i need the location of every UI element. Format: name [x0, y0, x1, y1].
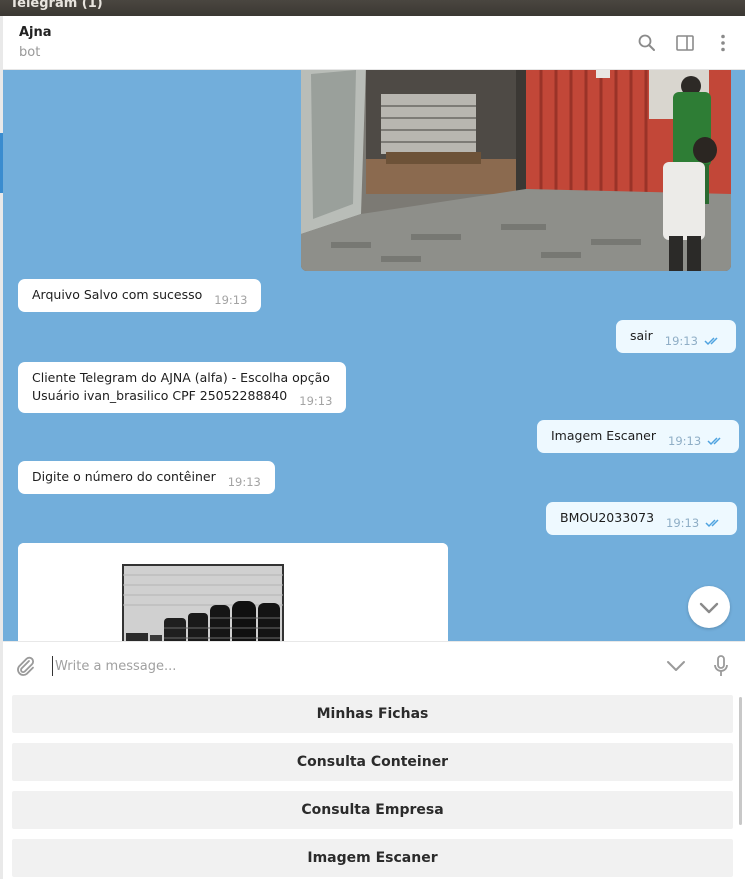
message-time: 19:13: [664, 334, 698, 348]
chat-header: Ajna bot: [3, 16, 745, 70]
keyboard-button-consulta-empresa[interactable]: Consulta Empresa: [12, 791, 733, 829]
message-input[interactable]: [52, 656, 612, 676]
message-text: Arquivo Salvo com sucesso: [32, 287, 203, 302]
keyboard-button-minhas-fichas[interactable]: Minhas Fichas: [12, 695, 733, 733]
message-text: sair: [630, 328, 653, 343]
bot-keyboard: Minhas Fichas Consulta Conteiner Consult…: [3, 689, 745, 879]
keyboard-scrollbar[interactable]: [739, 697, 742, 825]
message-text-line: Cliente Telegram do AJNA (alfa) - Escolh…: [32, 370, 330, 385]
chevron-down-icon[interactable]: [665, 656, 687, 680]
paperclip-icon[interactable]: [13, 654, 37, 682]
container-photo[interactable]: [301, 70, 731, 271]
message-text: Digite o número do contêiner: [32, 469, 216, 484]
keyboard-button-consulta-conteiner[interactable]: Consulta Conteiner: [12, 743, 733, 781]
message-outgoing[interactable]: sair 19:13: [616, 320, 736, 353]
message-time: 19:13: [227, 475, 261, 489]
keyboard-button-imagem-escaner[interactable]: Imagem Escaner: [12, 839, 733, 877]
double-check-icon: [707, 433, 725, 451]
message-incoming[interactable]: Arquivo Salvo com sucesso 19:13: [18, 279, 262, 312]
scroll-to-bottom-button[interactable]: [688, 586, 730, 628]
chevron-down-icon: [699, 602, 719, 614]
message-incoming[interactable]: Digite o número do contêiner 19:13: [18, 461, 275, 494]
message-time: 19:13: [666, 516, 700, 530]
message-text-line: Usuário ivan_brasilico CPF 25052288840: [32, 388, 288, 403]
message-list[interactable]: Arquivo Salvo com sucesso 19:13 sair 19:13…: [3, 70, 745, 641]
message-outgoing[interactable]: Imagem Escaner 19:13: [537, 420, 740, 453]
microphone-icon[interactable]: [711, 654, 731, 682]
message-text: BMOU2033073: [560, 510, 655, 525]
chat-title[interactable]: Ajna: [19, 25, 52, 40]
sidebar-toggle-icon[interactable]: [675, 33, 695, 53]
scanner-image[interactable]: [18, 543, 448, 641]
os-title-bar: Telegram (1): [0, 0, 745, 16]
chat-status: bot: [19, 45, 41, 60]
message-time: 19:13: [668, 434, 702, 448]
message-incoming[interactable]: Cliente Telegram do AJNA (alfa) - Escolh…: [18, 362, 347, 413]
message-time: 19:13: [299, 394, 333, 408]
message-composer: [3, 641, 745, 689]
message-time: 19:13: [214, 293, 248, 307]
search-icon[interactable]: [637, 33, 657, 53]
message-text: Imagem Escaner: [551, 428, 656, 443]
double-check-icon: [705, 515, 723, 533]
message-outgoing[interactable]: BMOU2033073 19:13: [546, 502, 738, 535]
more-vertical-icon[interactable]: [713, 33, 733, 53]
telegram-window: Telegram (1) Ajna bot Arquivo Salvo com …: [0, 0, 745, 879]
window-title: Telegram (1): [10, 0, 103, 11]
double-check-icon: [704, 333, 722, 351]
